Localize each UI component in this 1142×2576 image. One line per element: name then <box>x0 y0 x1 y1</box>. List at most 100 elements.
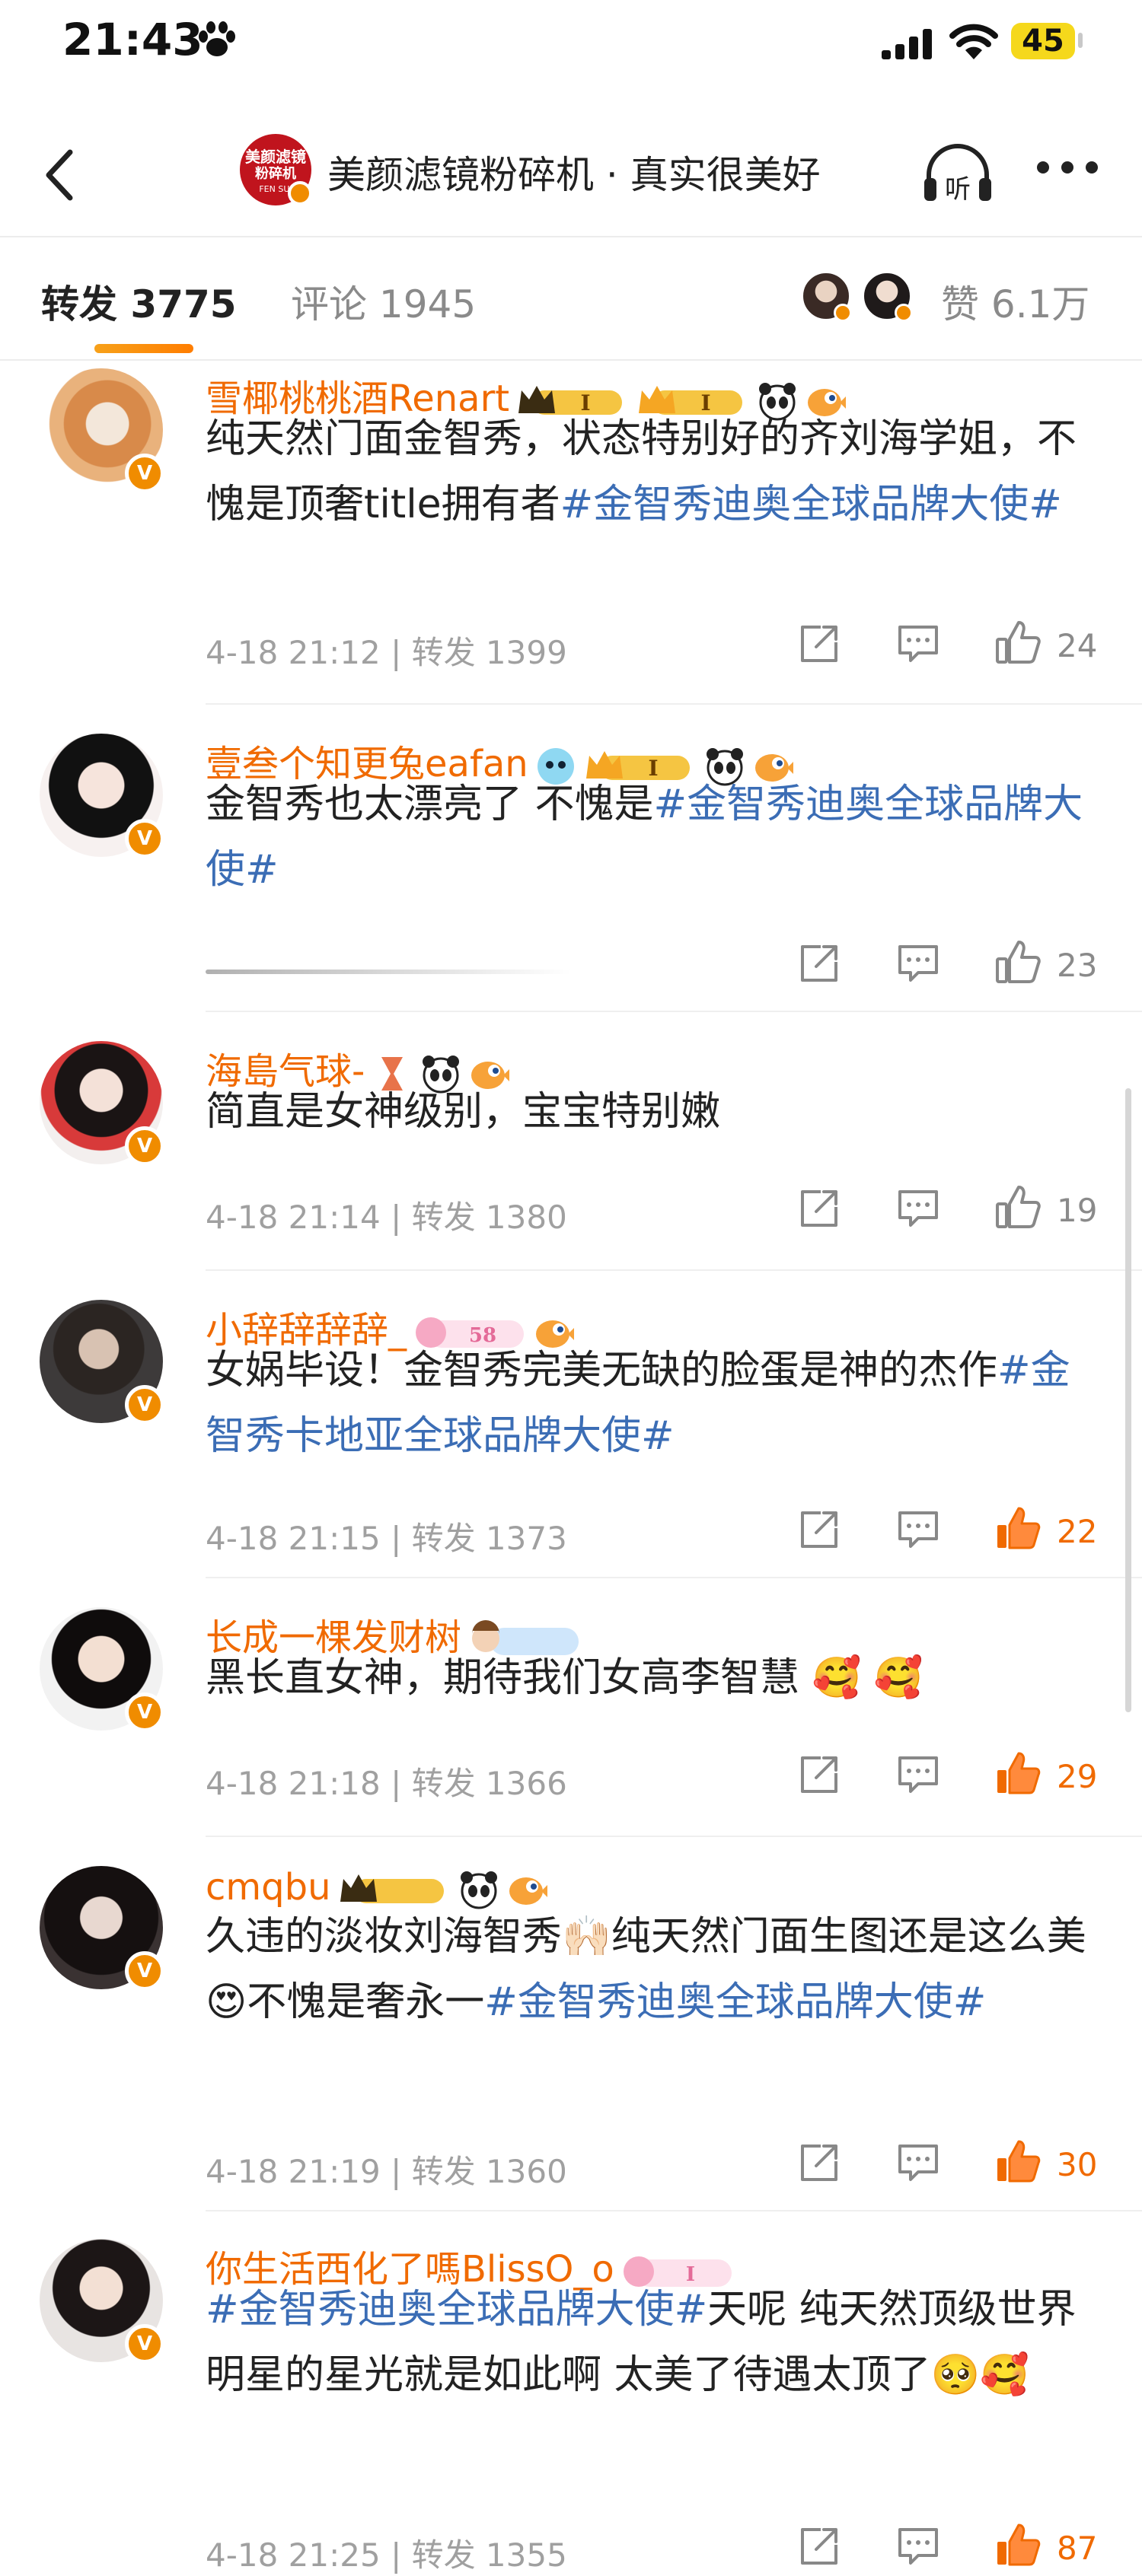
like-count[interactable]: 30 <box>1057 2146 1097 2183</box>
verified-mark: V <box>136 1393 153 1416</box>
repost-text: 纯天然门面金智秀，状态特别好的齐刘海学姐，不愧是顶奢title拥有者#金智秀迪奥… <box>206 406 1104 537</box>
wifi-icon <box>949 24 998 59</box>
comment-icon[interactable] <box>895 1753 941 1796</box>
user-avatar[interactable]: V <box>40 1607 164 1732</box>
user-avatar[interactable]: V <box>40 1300 164 1425</box>
item-divider <box>206 1577 1142 1578</box>
like-count[interactable]: 29 <box>1057 1758 1097 1795</box>
meta-separator: | <box>380 1520 412 1557</box>
repost-meta: 4-18 21:25 | 转发 1355 <box>206 2530 567 2576</box>
thumbs-up-icon[interactable] <box>994 939 1042 985</box>
comment-icon[interactable] <box>895 1187 941 1230</box>
headphones-icon[interactable]: 听 <box>920 139 996 207</box>
share-icon[interactable] <box>798 942 841 985</box>
timestamp: 4-18 21:18 <box>206 1765 381 1802</box>
repost-meta: 4-18 21:12 | 转发 1399 <box>206 627 567 673</box>
repost-meta: 4-18 21:19 | 转发 1360 <box>206 2146 567 2192</box>
user-avatar[interactable]: V <box>40 368 164 493</box>
text-segment: 女娲毕设！金智秀完美无缺的脸蛋是神的杰作 <box>206 1348 998 1393</box>
tab-repost[interactable]: 转发 3775 <box>41 274 237 329</box>
repost-text: 久违的淡妆刘海智秀🙌🏻纯天然门面生图还是这么美😍不愧是奢永一#金智秀迪奥全球品牌… <box>206 1904 1104 2035</box>
verified-mark: V <box>136 462 153 485</box>
repost-count: 转发 1373 <box>411 1520 567 1557</box>
paw-icon <box>199 21 235 56</box>
thumbs-up-icon[interactable] <box>994 1184 1042 1230</box>
thumbs-up-icon[interactable] <box>994 2522 1042 2568</box>
repost-count: 转发 1399 <box>411 634 567 671</box>
like-count[interactable]: 24 <box>1057 627 1097 664</box>
timestamp: 4-18 21:12 <box>206 634 381 671</box>
more-dots-icon[interactable] <box>1035 160 1099 175</box>
verified-badge: V <box>125 1385 164 1425</box>
verified-mark: V <box>136 1960 153 1982</box>
share-icon[interactable] <box>798 623 841 665</box>
timestamp: 4-18 21:14 <box>206 1199 381 1236</box>
item-divider <box>206 703 1142 705</box>
like-count[interactable]: 19 <box>1057 1192 1097 1229</box>
repost-text: 黑长直女神，期待我们女高李智慧 🥰 🥰 <box>206 1645 1104 1711</box>
hashtag-link[interactable]: #金智秀迪奥全球品牌大使# <box>484 1979 986 2025</box>
comment-icon[interactable] <box>895 2525 941 2568</box>
meta-separator: | <box>380 2536 412 2574</box>
repost-count: 转发 1366 <box>411 1765 567 1802</box>
comment-icon[interactable] <box>895 623 941 665</box>
item-divider <box>206 1269 1142 1271</box>
share-icon[interactable] <box>798 1508 841 1551</box>
battery-indicator: 45 <box>1011 23 1075 59</box>
nav-bar: 美颜滤镜 粉碎机 FEN SUI 美颜滤镜粉碎机 · 真实很美好 听 <box>0 122 1142 236</box>
meta-separator: | <box>380 1199 412 1236</box>
like-count[interactable]: 23 <box>1057 947 1097 984</box>
thumbs-up-icon[interactable] <box>994 1505 1042 1551</box>
verified-badge: V <box>125 1951 164 1991</box>
like-count[interactable]: 22 <box>1057 1513 1097 1550</box>
repost-count: 转发 1360 <box>411 2153 567 2190</box>
verified-badge: V <box>125 819 164 858</box>
text-segment: 简直是女神级别，宝宝特别嫩 <box>206 1089 721 1135</box>
loading-placeholder <box>206 970 571 974</box>
thumbs-up-icon[interactable] <box>994 1750 1042 1796</box>
thumbs-up-icon[interactable] <box>994 619 1042 665</box>
avatar-logo-line2: 粉碎机 <box>255 166 296 182</box>
verified-badge: V <box>125 1126 164 1166</box>
item-divider <box>206 1011 1142 1012</box>
verified-mark: V <box>136 2332 153 2355</box>
hashtag-link[interactable]: #金智秀迪奥全球品牌大使# <box>206 2287 707 2332</box>
username-text[interactable]: cmqbu <box>206 1866 331 1909</box>
liker-avatar[interactable] <box>801 271 852 322</box>
user-avatar[interactable]: V <box>40 2239 164 2364</box>
verified-badge <box>895 304 913 322</box>
user-avatar[interactable]: V <box>40 1041 164 1166</box>
share-icon[interactable] <box>798 1753 841 1796</box>
tab-comments[interactable]: 评论 1945 <box>291 274 476 329</box>
repost-text: 女娲毕设！金智秀完美无缺的脸蛋是神的杰作#金智秀卡地亚全球品牌大使# <box>206 1338 1104 1469</box>
hashtag-link[interactable]: #金智秀迪奥全球品牌大使# <box>560 482 1062 527</box>
text-segment: 金智秀也太漂亮了 不愧是 <box>206 782 654 827</box>
item-divider <box>206 2210 1142 2211</box>
share-icon[interactable] <box>798 1187 841 1230</box>
verified-mark: V <box>136 1701 153 1724</box>
comment-icon[interactable] <box>895 2141 941 2184</box>
tab-divider <box>0 359 1142 361</box>
share-icon[interactable] <box>798 2525 841 2568</box>
status-time: 21:43 <box>62 14 203 65</box>
liker-avatar[interactable] <box>862 271 913 322</box>
user-avatar[interactable]: V <box>40 1866 164 1991</box>
tab-bar: 转发 3775 评论 1945 赞 6.1万 <box>0 237 1142 359</box>
back-chevron-icon[interactable] <box>30 137 91 213</box>
comment-icon[interactable] <box>895 1508 941 1551</box>
scrollbar[interactable] <box>1125 1088 1131 1712</box>
timestamp: 4-18 21:19 <box>206 2153 381 2190</box>
repost-text: #金智秀迪奥全球品牌大使#天呢 纯天然顶级世界明星的星光就是如此啊 太美了待遇太… <box>206 2277 1104 2408</box>
repost-meta: 4-18 21:18 | 转发 1366 <box>206 1758 567 1804</box>
verified-mark: V <box>136 827 153 850</box>
user-avatar[interactable]: V <box>40 734 164 858</box>
like-count[interactable]: 87 <box>1057 2530 1097 2567</box>
battery-tip <box>1078 33 1083 48</box>
verified-badge <box>288 181 312 205</box>
comment-icon[interactable] <box>895 942 941 985</box>
thumbs-up-icon[interactable] <box>994 2138 1042 2184</box>
page-title[interactable]: 美颜滤镜粉碎机 · 真实很美好 <box>327 145 821 199</box>
tab-likes[interactable]: 赞 6.1万 <box>941 274 1089 329</box>
meta-separator: | <box>380 2153 412 2190</box>
share-icon[interactable] <box>798 2141 841 2184</box>
